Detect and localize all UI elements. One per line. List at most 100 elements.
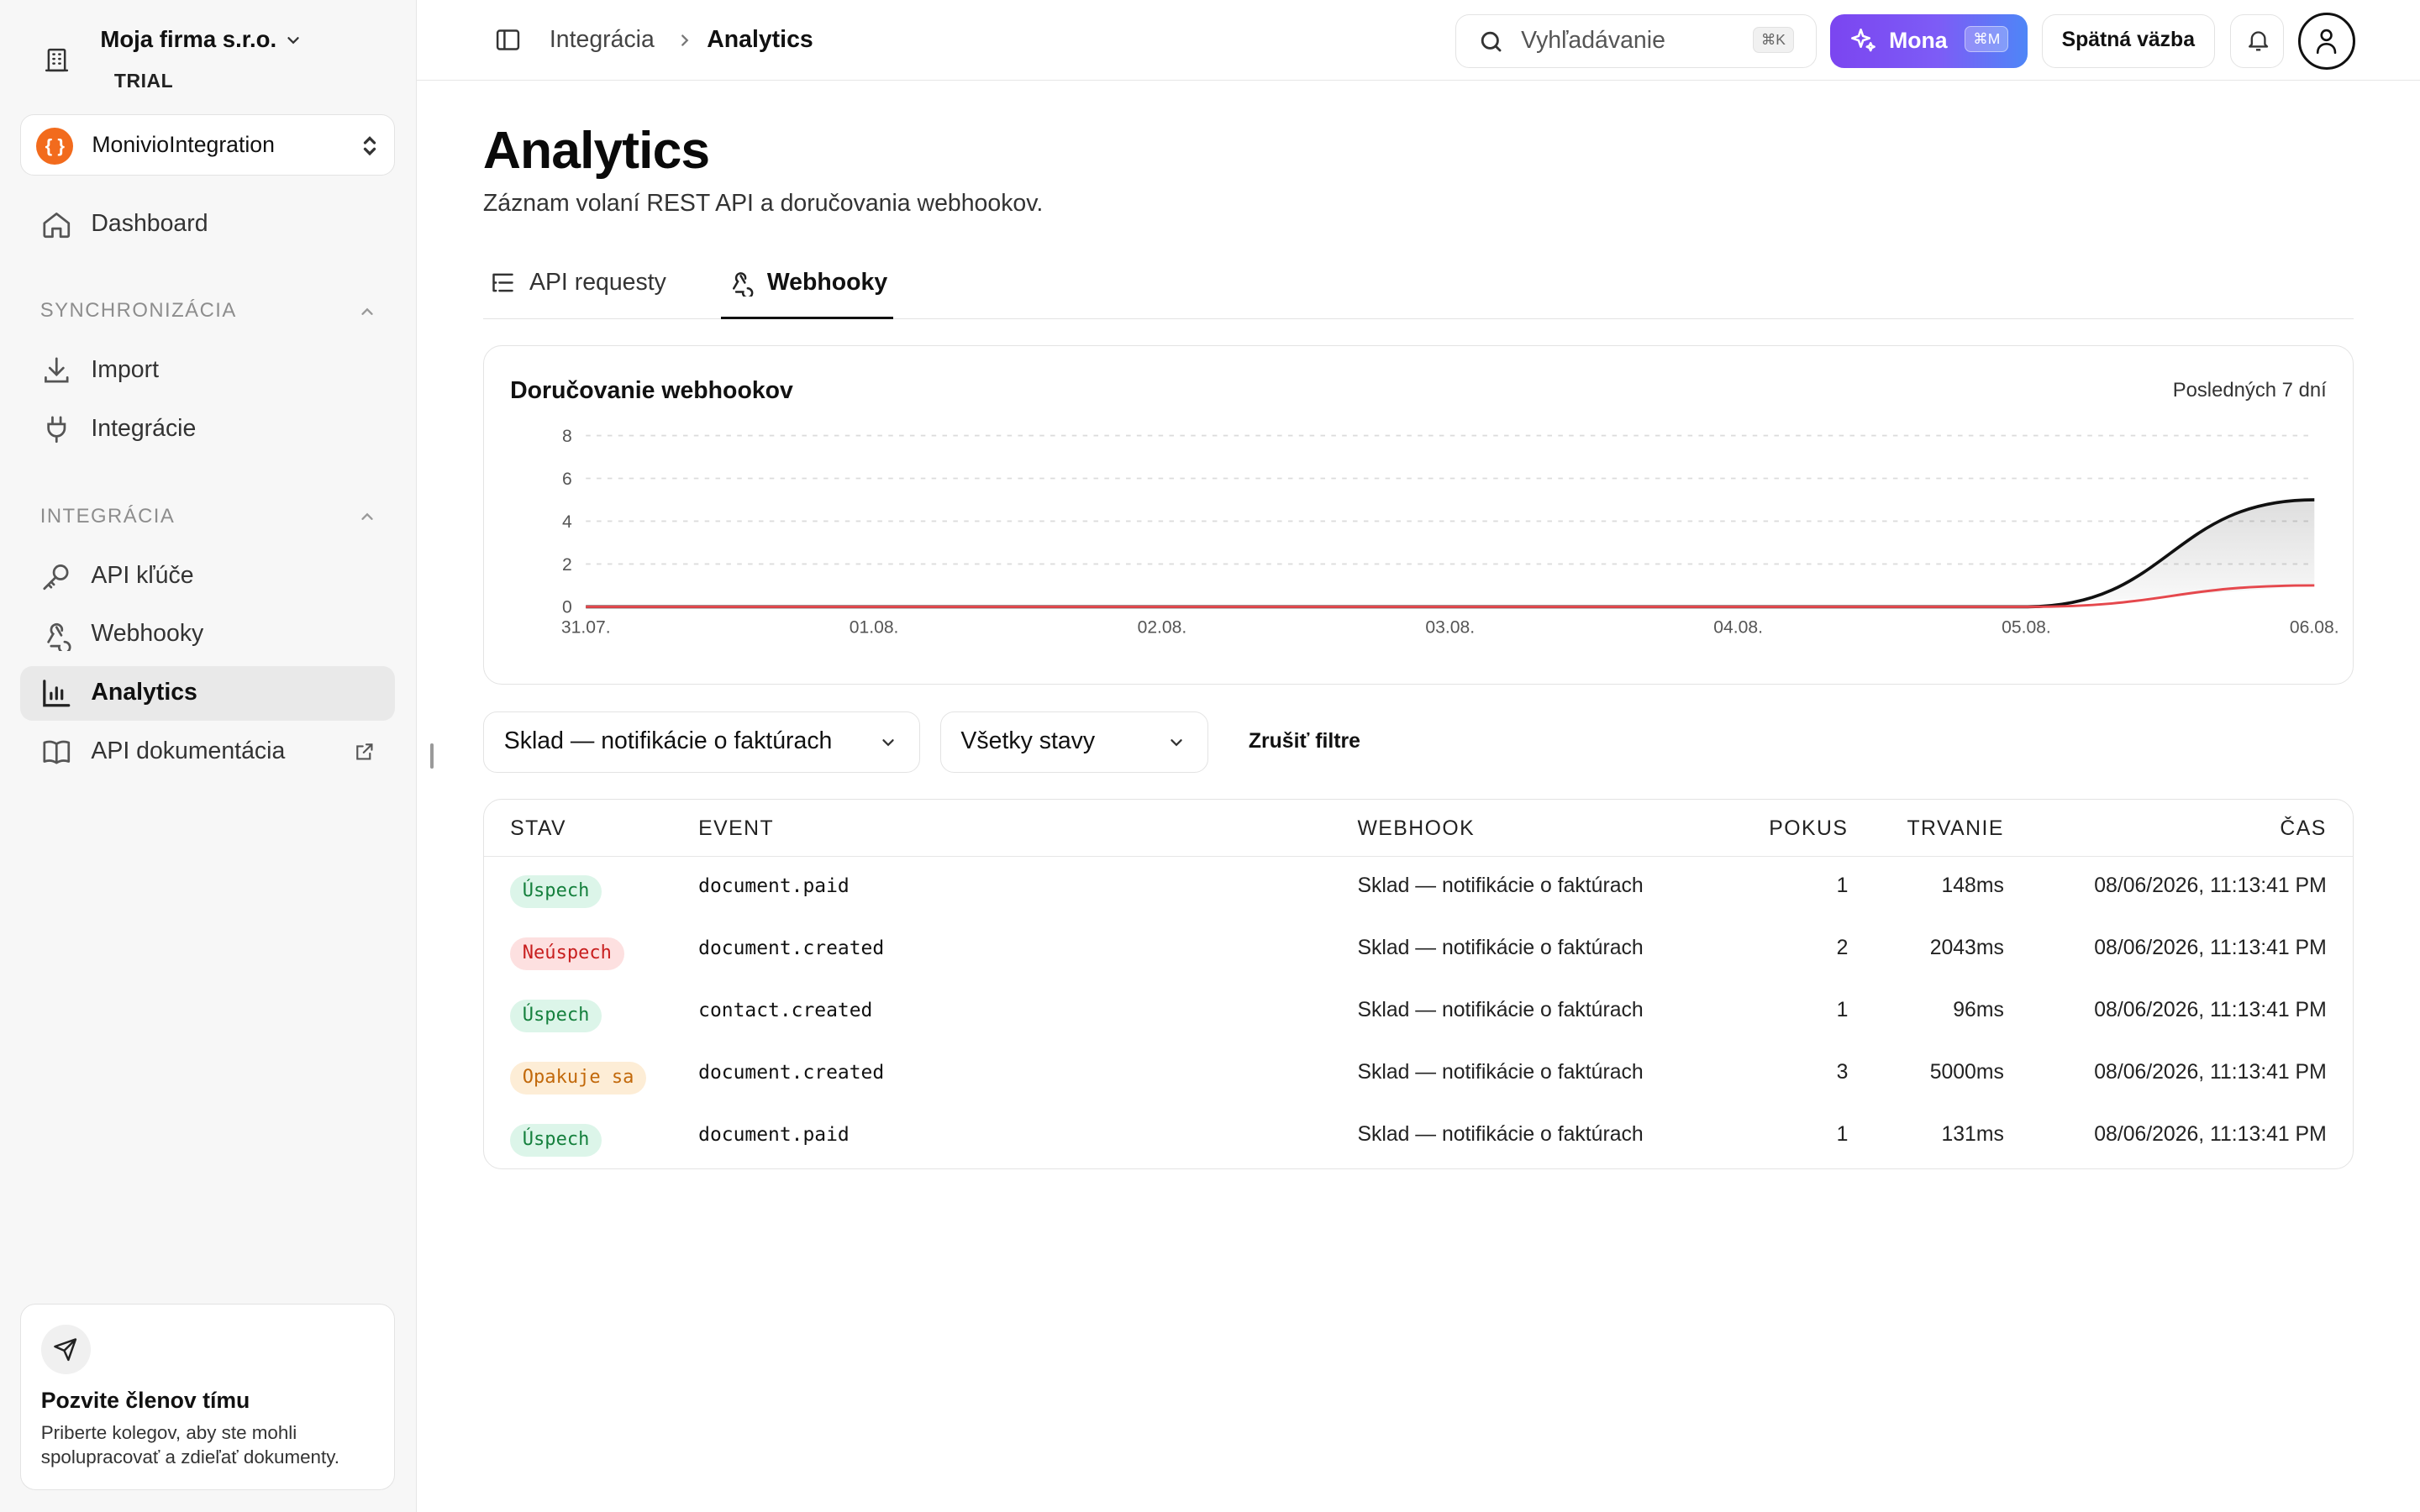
sparkles-icon <box>1851 29 1876 52</box>
table-row[interactable]: Úspech contact.created Sklad — notifikácie… <box>484 981 2353 1042</box>
sidebar-item-dashboard[interactable]: Dashboard <box>20 197 395 251</box>
chevron-up-down-icon <box>363 136 376 156</box>
org-switcher[interactable]: Moja firma s.r.o. TRIAL <box>37 22 392 96</box>
x-tick-label: 06.08. <box>2290 618 2339 638</box>
list-tree-icon <box>492 273 513 291</box>
duration-cell: 5000ms <box>1929 1060 2004 1084</box>
breadcrumb-parent[interactable]: Integrácia <box>550 26 655 54</box>
section-header-integration[interactable]: INTEGRÁCIA <box>40 505 376 529</box>
plug-icon <box>47 416 66 444</box>
series-area <box>586 500 2315 607</box>
sidebar-item-analytics[interactable]: Analytics <box>19 666 396 721</box>
page-title: Analytics <box>482 121 710 181</box>
y-tick-label: 0 <box>562 598 572 617</box>
event-cell: document.paid <box>698 875 850 898</box>
sidebar-item-integracie[interactable]: Integrácie <box>20 402 395 456</box>
table-row[interactable]: Úspech document.paid Sklad — notifikácie o… <box>484 857 2353 918</box>
sidebar-item-label: Import <box>91 356 159 384</box>
duration-cell: 148ms <box>1941 874 2004 897</box>
tabs: API requesty Webhooky <box>482 255 2354 320</box>
event-cell: document.paid <box>698 1124 850 1147</box>
sidebar-item-api-keys[interactable]: API kľúče <box>20 549 395 603</box>
webhook-delivery-chart-card: Doručovanie webhookov Posledných 7 dní 0… <box>482 345 2354 685</box>
plan-badge: TRIAL <box>113 69 174 92</box>
col-duration[interactable]: TRVANIE <box>1907 817 2003 841</box>
project-name: MonivioIntegration <box>92 132 275 158</box>
table-row[interactable]: Úspech document.paid Sklad — notifikácie o… <box>484 1105 2353 1167</box>
clear-filters-button[interactable]: Zrušiť filtre <box>1249 730 1360 753</box>
chevron-down-icon <box>882 739 894 747</box>
webhook-filter-value: Sklad — notifikácie o faktúrach <box>503 727 833 755</box>
table-row[interactable]: Neúspech document.created Sklad — notifiká… <box>484 919 2353 980</box>
attempt-cell: 3 <box>1836 1060 1849 1084</box>
feedback-button[interactable]: Spätná väzba <box>2041 13 2215 68</box>
key-icon <box>43 564 69 590</box>
page-subtitle: Záznam volaní REST API a doručovania web… <box>482 189 1044 217</box>
search-placeholder: Vyhľadávanie <box>1521 27 1665 55</box>
chevron-down-icon <box>287 36 299 45</box>
x-tick-label: 01.08. <box>850 618 899 638</box>
mona-shortcut: ⌘M <box>1965 26 2009 53</box>
duration-cell: 96ms <box>1953 998 2004 1021</box>
tab-label: API requesty <box>529 268 666 296</box>
status-badge: Úspech <box>510 875 602 908</box>
attempt-cell: 2 <box>1836 936 1849 959</box>
search-input[interactable]: Vyhľadávanie ⌘K <box>1455 13 1817 68</box>
x-tick-label: 31.07. <box>561 618 611 638</box>
sidebar-item-label: Webhooky <box>91 620 204 648</box>
time-cell: 08/06/2026, 11:13:41 PM <box>2094 936 2327 959</box>
invite-title: Pozvite členov tímu <box>40 1388 250 1414</box>
event-cell: document.created <box>698 937 885 960</box>
user-icon <box>2316 29 2336 54</box>
duration-cell: 131ms <box>1941 1122 2004 1146</box>
send-icon <box>54 1337 77 1361</box>
chevron-up-icon <box>361 512 373 521</box>
col-time[interactable]: ČAS <box>2280 817 2326 841</box>
deliveries-table: STAV EVENT WEBHOOK POKUS TRVANIE ČAS Úsp… <box>482 799 2354 1170</box>
search-icon <box>1481 31 1502 52</box>
user-avatar[interactable] <box>2297 12 2355 70</box>
attempt-cell: 1 <box>1836 874 1849 897</box>
webhook-filter-select[interactable]: Sklad — notifikácie o faktúrach <box>482 711 920 774</box>
sidebar-item-label: Dashboard <box>91 209 208 237</box>
tab-webhooky[interactable]: Webhooky <box>720 255 894 320</box>
status-filter-select[interactable]: Všetky stavy <box>939 711 1209 774</box>
webhook-icon <box>733 271 754 297</box>
col-status[interactable]: STAV <box>510 817 566 841</box>
tab-api-requests[interactable]: API requesty <box>483 255 684 319</box>
project-selector[interactable]: { } MonivioIntegration <box>19 113 396 176</box>
notifications-button[interactable] <box>2230 13 2285 68</box>
y-tick-label: 6 <box>562 470 572 489</box>
sidebar-item-webhooky[interactable]: Webhooky <box>20 608 395 662</box>
webhook-delivery-chart: 0 2 4 6 8 31.07. 01.08. 02.08. 03.08. 04.08. 05.08… <box>561 427 2339 638</box>
building-icon <box>45 48 69 72</box>
sidebar-toggle-icon[interactable] <box>494 26 522 54</box>
bar-chart-icon <box>42 680 71 707</box>
sidebar-item-label: Integrácie <box>91 415 197 443</box>
sidebar-item-api-docs[interactable]: API dokumentácia <box>20 725 395 779</box>
time-cell: 08/06/2026, 11:13:41 PM <box>2094 874 2327 897</box>
section-header-sync[interactable]: SYNCHRONIZÁCIA <box>40 299 376 323</box>
send-icon-wrap <box>40 1324 91 1374</box>
mona-label: Mona <box>1889 28 1948 54</box>
table-row[interactable]: Opakuje sa document.created Sklad — notifi… <box>484 1043 2353 1105</box>
org-name: Moja firma s.r.o. <box>100 26 277 53</box>
sidebar-item-import[interactable]: Import <box>20 344 395 398</box>
col-webhook[interactable]: WEBHOOK <box>1357 817 1475 841</box>
col-event[interactable]: EVENT <box>698 817 774 841</box>
mona-ai-button[interactable]: Mona ⌘M <box>1830 13 2028 68</box>
col-attempt[interactable]: POKUS <box>1769 817 1848 841</box>
x-tick-label: 02.08. <box>1137 618 1186 638</box>
status-badge: Opakuje sa <box>510 1062 647 1095</box>
time-cell: 08/06/2026, 11:13:41 PM <box>2094 1122 2327 1146</box>
webhook-cell: Sklad — notifikácie o faktúrach <box>1357 874 1644 897</box>
tab-label: Webhooky <box>766 268 888 296</box>
section-header-label: INTEGRÁCIA <box>39 504 176 528</box>
sidebar-resize-handle[interactable] <box>430 743 434 769</box>
section-header-label: SYNCHRONIZÁCIA <box>39 299 237 323</box>
webhook-icon <box>47 622 71 652</box>
project-icon: { } <box>36 127 74 165</box>
invite-card[interactable]: Pozvite členov tímu Priberte kolegov, ab… <box>19 1304 396 1491</box>
book-icon <box>43 740 70 764</box>
event-cell: contact.created <box>698 1000 873 1022</box>
